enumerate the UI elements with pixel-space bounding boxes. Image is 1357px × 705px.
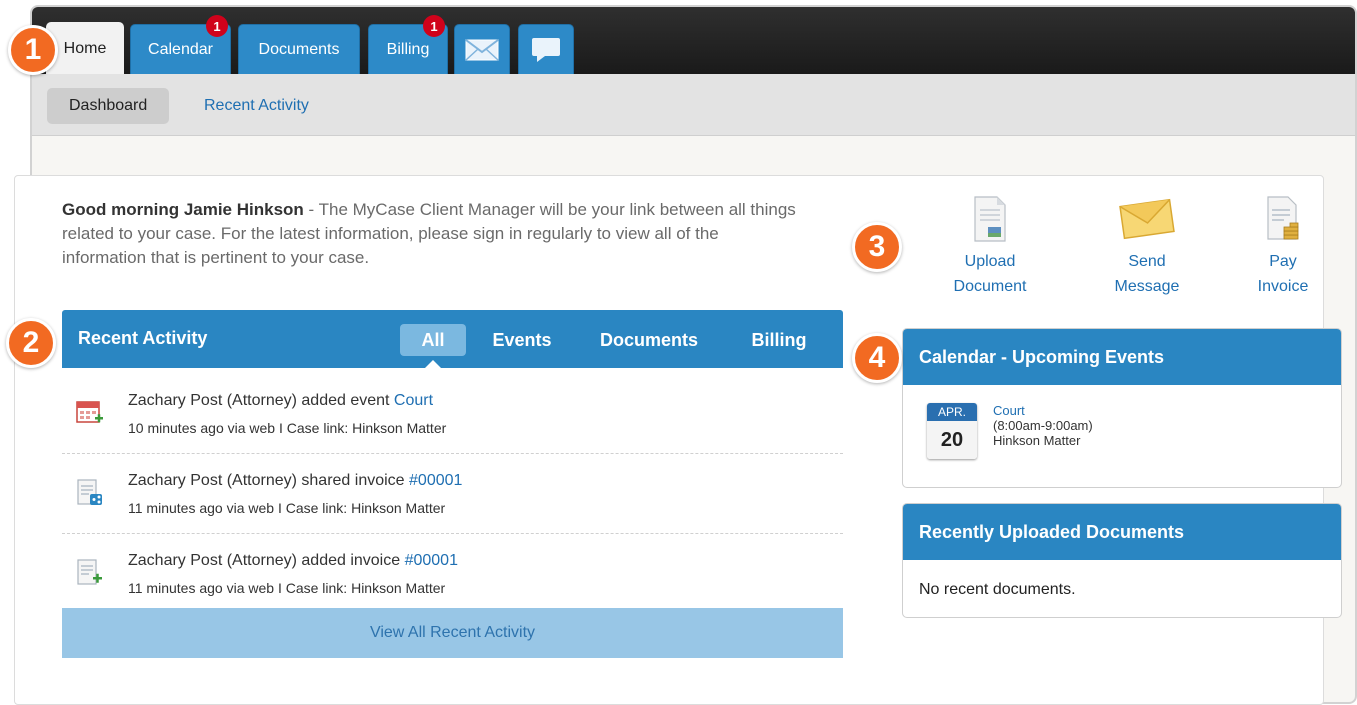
- filter-events[interactable]: Events: [480, 324, 564, 356]
- activity-text: Zachary Post (Attorney) added invoice #0…: [128, 552, 458, 569]
- marker-3: 3: [852, 222, 902, 272]
- notification-badge: 1: [206, 15, 228, 37]
- marker-4: 4: [852, 333, 902, 383]
- mail-icon: [465, 38, 499, 61]
- chat-icon: [532, 37, 560, 62]
- subtab-recent-activity[interactable]: Recent Activity: [182, 88, 331, 124]
- event-link[interactable]: Court: [993, 403, 1093, 418]
- send-message-button[interactable]: Send Message: [1092, 195, 1202, 299]
- greeting-name: Good morning Jamie Hinkson: [62, 200, 304, 219]
- notification-badge: 1: [423, 15, 445, 37]
- recent-activity-title: Recent Activity: [78, 328, 208, 348]
- recent-activity-header: Recent Activity All Events Documents Bil…: [62, 310, 843, 368]
- filter-all[interactable]: All: [400, 324, 466, 368]
- upcoming-events-card: Calendar - Upcoming Events APR. 20 Court…: [902, 328, 1342, 488]
- activity-item: Zachary Post (Attorney) added event Cour…: [62, 374, 843, 454]
- case-link[interactable]: Hinkson Matter: [352, 420, 446, 436]
- marker-2: 2: [6, 318, 56, 368]
- calendar-date-icon: APR. 20: [927, 403, 977, 459]
- activity-link[interactable]: #00001: [409, 472, 462, 489]
- invoice-share-icon: [77, 479, 102, 505]
- view-all-activity-button[interactable]: View All Recent Activity: [62, 608, 843, 658]
- welcome-message: Good morning Jamie Hinkson - The MyCase …: [62, 198, 802, 270]
- tab-calendar[interactable]: Calendar 1: [130, 15, 231, 74]
- top-nav: Home Calendar 1 Documents Billing 1: [32, 7, 1355, 74]
- marker-1: 1: [8, 25, 58, 75]
- invoice-coins-icon: [1267, 196, 1299, 240]
- calendar-add-icon: [76, 401, 103, 423]
- invoice-add-icon: [77, 559, 102, 585]
- recent-documents-card: Recently Uploaded Documents No recent do…: [902, 503, 1342, 618]
- tab-chat[interactable]: [518, 24, 574, 74]
- case-link[interactable]: Hinkson Matter: [351, 500, 445, 516]
- tab-messages[interactable]: [454, 24, 510, 74]
- recent-documents-title: Recently Uploaded Documents: [903, 504, 1341, 560]
- activity-item: Zachary Post (Attorney) shared invoice #…: [62, 454, 843, 534]
- activity-item: Zachary Post (Attorney) added invoice #0…: [62, 534, 843, 614]
- envelope-icon: [1119, 198, 1175, 240]
- no-documents-text: No recent documents.: [919, 581, 1076, 598]
- case-link[interactable]: Hinkson Matter: [351, 580, 445, 596]
- tab-documents[interactable]: Documents: [238, 24, 360, 74]
- pay-invoice-button[interactable]: Pay Invoice: [1228, 195, 1338, 299]
- activity-meta: 11 minutes ago via web I Case link: Hink…: [128, 580, 446, 596]
- activity-meta: 10 minutes ago via web I Case link: Hink…: [128, 420, 447, 436]
- activity-text: Zachary Post (Attorney) added event Cour…: [128, 392, 434, 409]
- document-icon: [974, 196, 1006, 242]
- event-details: Court (8:00am-9:00am) Hinkson Matter: [993, 403, 1093, 448]
- activity-link[interactable]: Court: [394, 392, 433, 409]
- event-time: (8:00am-9:00am): [993, 418, 1093, 433]
- filter-documents[interactable]: Documents: [584, 324, 714, 356]
- upcoming-events-title: Calendar - Upcoming Events: [903, 329, 1341, 385]
- activity-meta: 11 minutes ago via web I Case link: Hink…: [128, 500, 446, 516]
- event-case: Hinkson Matter: [993, 433, 1081, 448]
- subtab-dashboard[interactable]: Dashboard: [47, 88, 170, 124]
- filter-billing[interactable]: Billing: [734, 324, 824, 356]
- activity-link[interactable]: #00001: [405, 552, 458, 569]
- sub-nav: Dashboard Recent Activity: [32, 74, 1355, 136]
- upload-document-button[interactable]: Upload Document: [935, 195, 1045, 299]
- tab-billing[interactable]: Billing 1: [368, 15, 448, 74]
- activity-text: Zachary Post (Attorney) shared invoice #…: [128, 472, 463, 489]
